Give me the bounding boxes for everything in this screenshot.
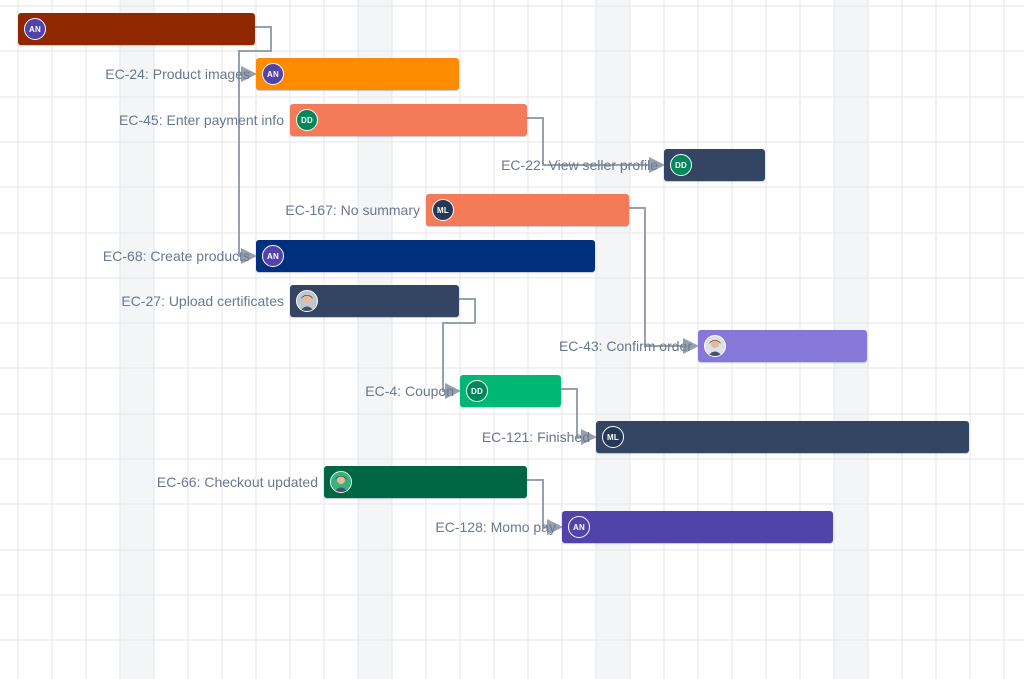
issue-bar-ec-22[interactable]: DD [664,149,765,181]
avatar-photo-icon[interactable] [330,471,352,493]
issue-bar-ec-167[interactable]: ML [426,194,629,226]
assignee-avatar[interactable]: AN [24,18,46,40]
issue-label[interactable]: EC-45: Enter payment info [119,104,290,136]
issue-bar-ec-128[interactable]: AN [562,511,833,543]
issue-bar-ec-45[interactable]: DD [290,104,527,136]
issue-label[interactable]: EC-128: Momo pay [435,511,562,543]
issue-bar-ec-68[interactable]: AN [256,240,595,272]
assignee-avatar[interactable]: DD [296,109,318,131]
issue-bar-ec-43[interactable] [698,330,867,362]
avatar-photo-icon[interactable] [704,335,726,357]
weekend-band [358,0,392,679]
weekend-band [120,0,154,679]
issue-bar-ec-121[interactable]: ML [596,421,969,453]
issue-bar-top[interactable]: AN [18,13,255,45]
issue-label[interactable]: EC-27: Upload certificates [121,285,290,317]
assignee-avatar[interactable]: AN [262,245,284,267]
issue-label[interactable]: EC-22: View seller profile [501,149,664,181]
issue-label[interactable]: EC-167: No summary [285,194,426,226]
assignee-avatar[interactable]: ML [602,426,624,448]
timeline-grid [0,0,1024,679]
avatar-photo-icon[interactable] [296,290,318,312]
issue-label[interactable]: EC-43: Confirm order [559,330,698,362]
issue-bar-ec-27[interactable] [290,285,459,317]
issue-label[interactable]: EC-24: Product images [105,58,256,90]
issue-bar-ec-66[interactable] [324,466,527,498]
issue-label[interactable]: EC-68: Create products [103,240,256,272]
issue-label[interactable]: EC-66: Checkout updated [157,466,324,498]
issue-bar-ec-4[interactable]: DD [460,375,561,407]
issue-label[interactable]: EC-121: Finished [482,421,596,453]
assignee-avatar[interactable]: DD [670,154,692,176]
assignee-avatar[interactable]: AN [262,63,284,85]
issue-label[interactable]: EC-4: Coupon [365,375,460,407]
assignee-avatar[interactable]: AN [568,516,590,538]
assignee-avatar[interactable]: ML [432,199,454,221]
issue-bar-ec-24[interactable]: AN [256,58,459,90]
assignee-avatar[interactable]: DD [466,380,488,402]
